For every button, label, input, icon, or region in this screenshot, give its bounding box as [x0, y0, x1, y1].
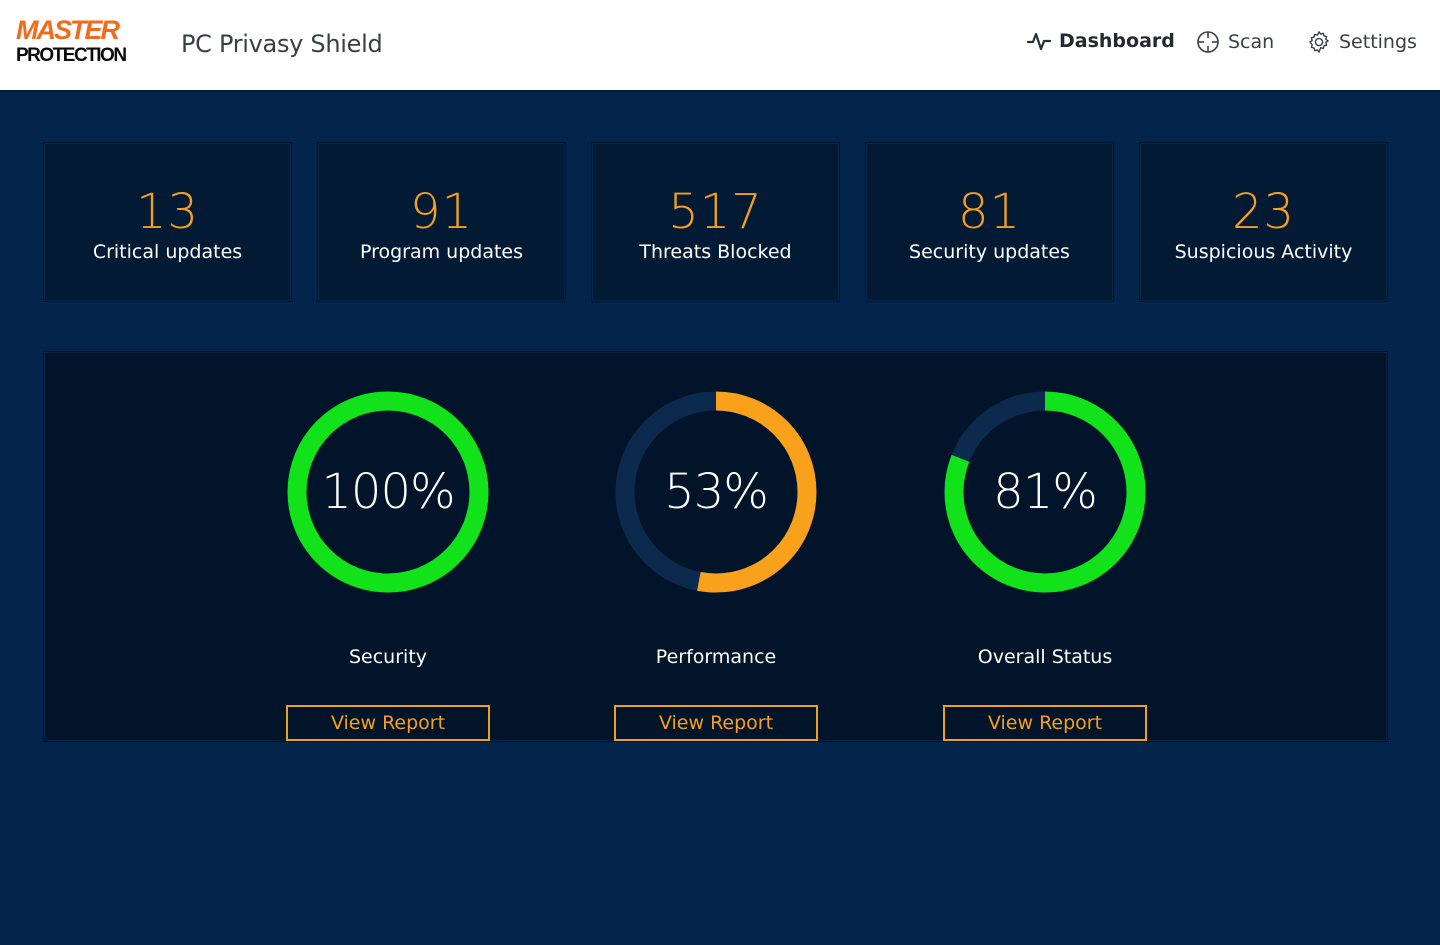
stat-card-critical-updates[interactable]: 13 Critical updates: [43, 142, 292, 302]
gauge-security: 100% Security View Report: [286, 390, 490, 741]
activity-icon: [1027, 30, 1051, 52]
stat-value: 23: [1231, 184, 1296, 240]
stat-value: 91: [409, 184, 474, 240]
stat-label: Program updates: [359, 241, 524, 263]
gauge-overall-status: 81% Overall Status View Report: [943, 390, 1147, 741]
stat-label: Security updates: [909, 241, 1070, 263]
nav-scan-label: Scan: [1228, 31, 1275, 53]
gauge-performance: 53% Performance View Report: [614, 390, 818, 741]
stat-card-program-updates[interactable]: 91 Program updates: [317, 142, 566, 302]
top-bar: MASTER PROTECTION PC Privasy Shield Dash…: [0, 0, 1440, 92]
stat-card-security-updates[interactable]: 81 Security updates: [865, 142, 1114, 302]
stat-card-suspicious-activity[interactable]: 23 Suspicious Activity: [1139, 142, 1388, 302]
gauge-label: Security: [348, 646, 428, 668]
gauge-label: Overall Status: [977, 646, 1113, 668]
nav-settings[interactable]: Settings: [1307, 30, 1417, 54]
master-protection-logo[interactable]: MASTER PROTECTION: [16, 16, 148, 70]
stat-value: 13: [135, 184, 200, 240]
nav-dashboard-label: Dashboard: [1059, 30, 1175, 52]
gauge-percent: 53%: [664, 464, 769, 520]
gauge-percent: 100%: [321, 464, 455, 520]
stat-label: Suspicious Activity: [1174, 241, 1353, 263]
view-report-button[interactable]: View Report: [943, 705, 1147, 741]
stat-label: Critical updates: [92, 241, 243, 263]
view-report-button[interactable]: View Report: [286, 705, 490, 741]
nav-settings-label: Settings: [1339, 31, 1417, 53]
stat-value: 517: [668, 184, 763, 240]
logo-line-2: PROTECTION: [16, 45, 127, 66]
stat-card-threats-blocked[interactable]: 517 Threats Blocked: [591, 142, 840, 302]
stat-value: 81: [957, 184, 1022, 240]
stat-label: Threats Blocked: [639, 241, 792, 263]
app-title: PC Privasy Shield: [181, 30, 383, 58]
gauge-percent: 81%: [993, 464, 1098, 520]
crosshair-icon: [1196, 30, 1220, 54]
logo-line-1: MASTER: [16, 15, 120, 45]
status-panel: 100% Security View Report 53% Performanc…: [43, 351, 1388, 742]
gauge-label: Performance: [655, 646, 777, 668]
gear-icon: [1307, 30, 1331, 54]
nav-dashboard[interactable]: Dashboard: [1027, 30, 1175, 52]
view-report-button[interactable]: View Report: [614, 705, 818, 741]
nav-scan[interactable]: Scan: [1196, 30, 1274, 54]
